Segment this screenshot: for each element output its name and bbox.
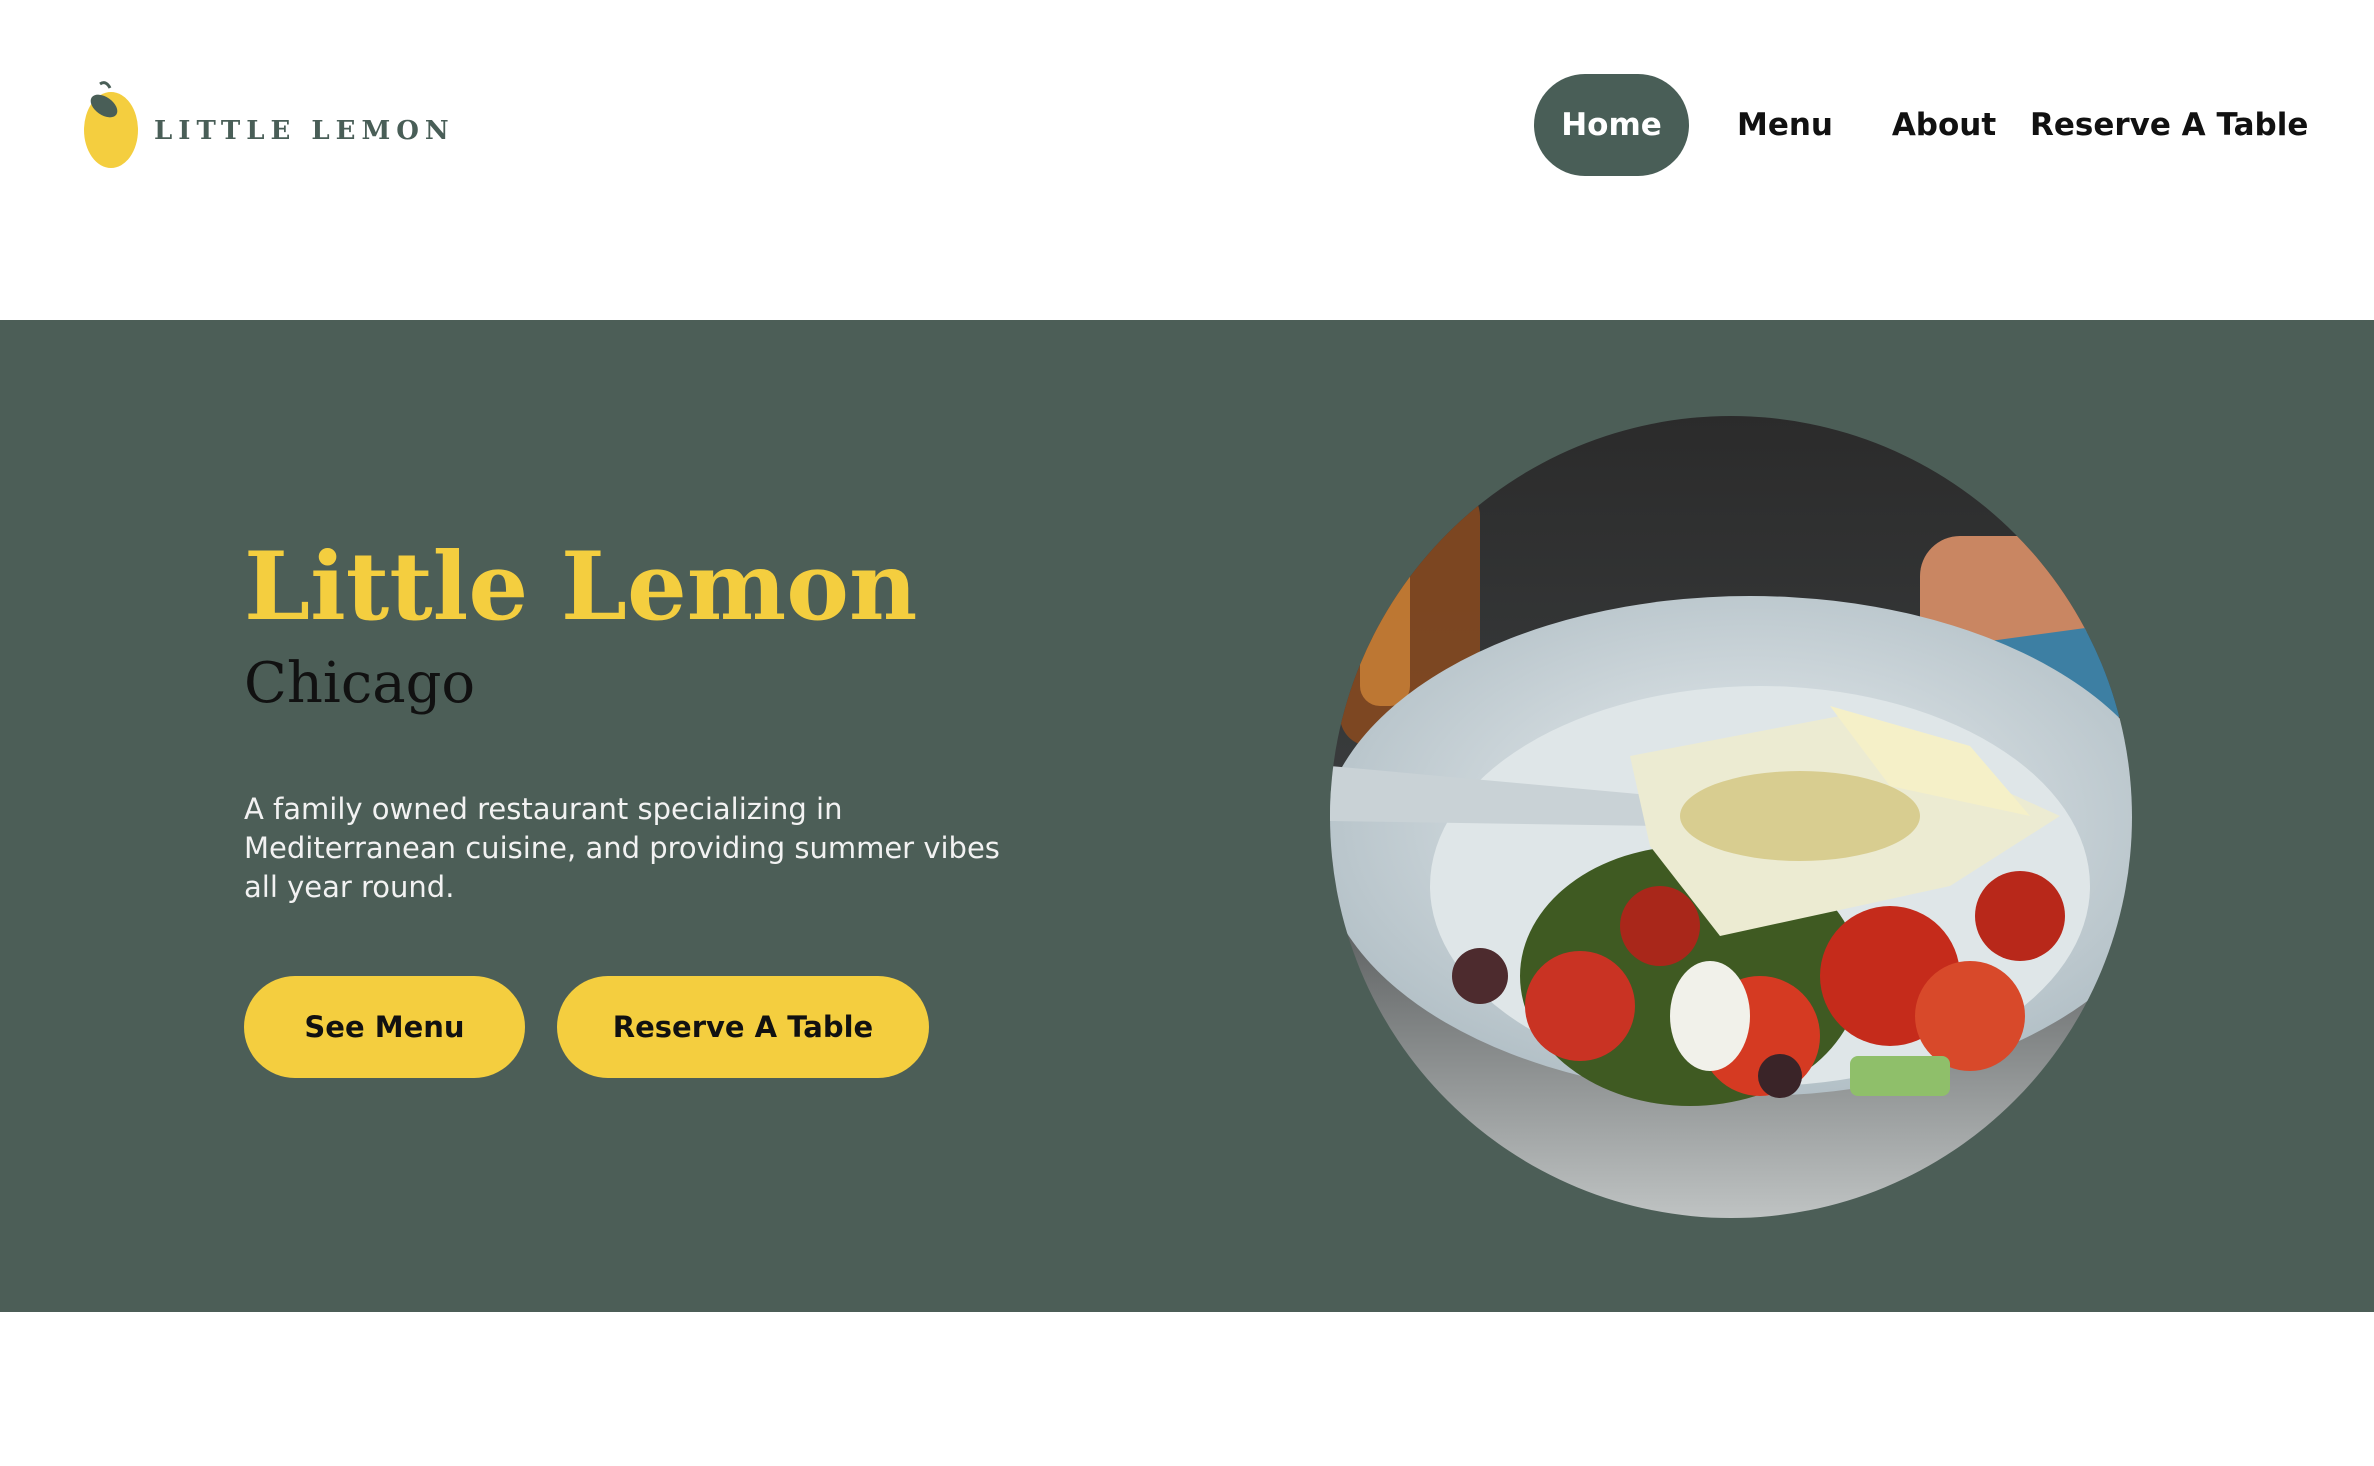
nav-menu[interactable]: Menu bbox=[1720, 74, 1850, 176]
logo-text: LITTLE LEMON bbox=[154, 116, 455, 146]
hero-food-image bbox=[1330, 416, 2132, 1218]
hero-section: Little Lemon Chicago A family owned rest… bbox=[0, 320, 2374, 1312]
nav-about[interactable]: About bbox=[1869, 74, 2019, 176]
hero-title: Little Lemon bbox=[244, 532, 918, 642]
nav-reserve[interactable]: Reserve A Table bbox=[2030, 74, 2308, 176]
site-header: LITTLE LEMON Home Menu About Reserve A T… bbox=[0, 0, 2374, 320]
reserve-table-button[interactable]: Reserve A Table bbox=[557, 976, 929, 1078]
logo[interactable]: LITTLE LEMON bbox=[82, 78, 455, 170]
hero-subtitle: Chicago bbox=[244, 651, 476, 716]
see-menu-button[interactable]: See Menu bbox=[244, 976, 525, 1078]
lemon-icon bbox=[82, 78, 140, 170]
hero-description: A family owned restaurant specializing i… bbox=[244, 792, 1000, 904]
nav-home[interactable]: Home bbox=[1534, 74, 1689, 176]
